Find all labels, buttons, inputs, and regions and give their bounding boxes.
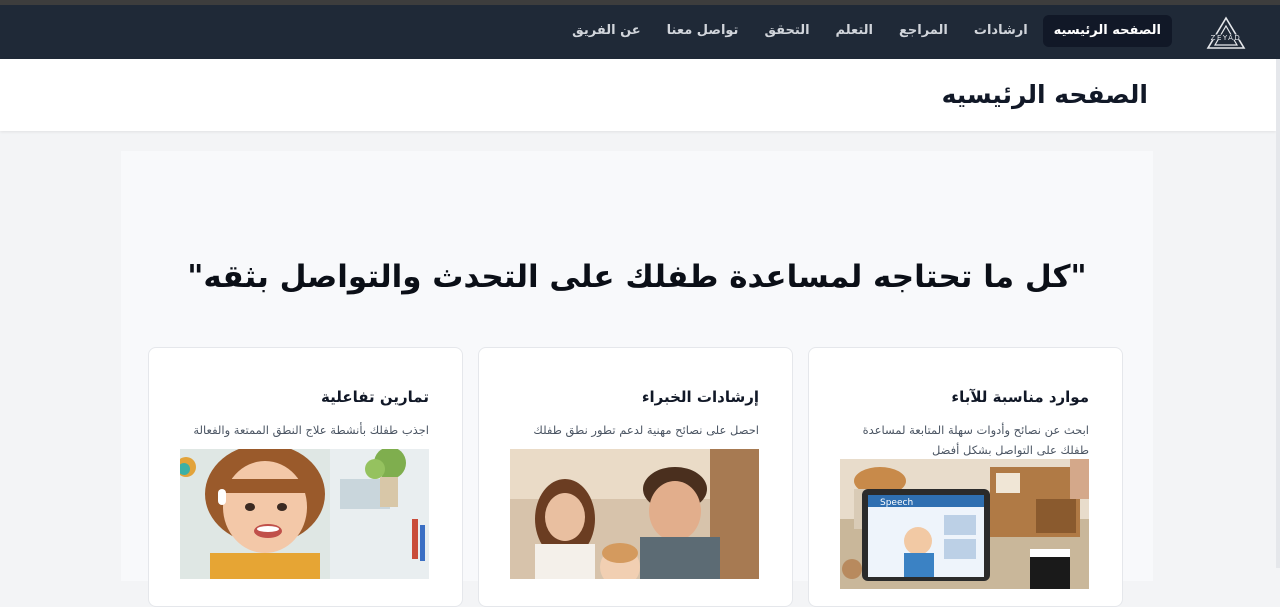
card-parent-resources[interactable]: موارد مناسبة للآباء ابحث عن نصائح وأدوات…: [808, 347, 1123, 607]
nav-links: الصفحه الرئيسيه ارشادات المراجع التعلم ا…: [561, 15, 1172, 47]
page-header: الصفحه الرئيسيه: [0, 59, 1276, 131]
nav-item-verification[interactable]: التحقق: [753, 15, 820, 47]
nav-item-contact[interactable]: تواصل معنا: [656, 15, 750, 47]
scrollbar[interactable]: [1276, 59, 1280, 568]
nav-item-about-team[interactable]: عن الفريق: [561, 15, 652, 47]
hero-quote: "كل ما تحتاجه لمساعدة طفلك على التحدث وا…: [187, 259, 1087, 295]
card-expert-guidance[interactable]: إرشادات الخبراء احصل على نصائح مهنية لدع…: [478, 347, 793, 607]
brand-logo[interactable]: ZEYAD: [1204, 15, 1248, 51]
parent-resources-image: Speech: [840, 459, 1089, 589]
logo-text: ZEYAD: [1211, 34, 1242, 42]
illustration-text: Speech: [880, 498, 913, 508]
card-title: إرشادات الخبراء: [641, 388, 759, 406]
card-description: ابحث عن نصائح وأدوات سهلة المتابعة لمساع…: [862, 423, 1089, 457]
nav-item-learning[interactable]: التعلم: [825, 15, 884, 47]
expert-guidance-image: [510, 449, 759, 579]
card-description: اجذب طفلك بأنشطة علاج النطق الممتعة والف…: [193, 423, 429, 437]
top-navbar: ZEYAD الصفحه الرئيسيه ارشادات المراجع ال…: [0, 5, 1280, 59]
nav-item-guidance[interactable]: ارشادات: [963, 15, 1039, 47]
parent-resources-illustration: Speech: [840, 459, 1089, 589]
card-interactive-exercises[interactable]: تمارين تفاعلية اجذب طفلك بأنشطة علاج الن…: [148, 347, 463, 607]
card-title: تمارين تفاعلية: [321, 388, 429, 406]
nav-item-references[interactable]: المراجع: [888, 15, 959, 47]
triangle-logo-icon: ZEYAD: [1206, 16, 1246, 49]
main-content: "كل ما تحتاجه لمساعدة طفلك على التحدث وا…: [121, 151, 1153, 607]
nav-item-home[interactable]: الصفحه الرئيسيه: [1042, 15, 1172, 47]
card-title: موارد مناسبة للآباء: [951, 388, 1089, 406]
expert-guidance-illustration: [510, 449, 759, 579]
interactive-exercises-illustration: [180, 449, 429, 579]
card-description: احصل على نصائح مهنية لدعم تطور نطق طفلك: [533, 423, 759, 437]
page-title: الصفحه الرئيسيه: [941, 80, 1148, 109]
interactive-exercises-image: [180, 449, 429, 579]
